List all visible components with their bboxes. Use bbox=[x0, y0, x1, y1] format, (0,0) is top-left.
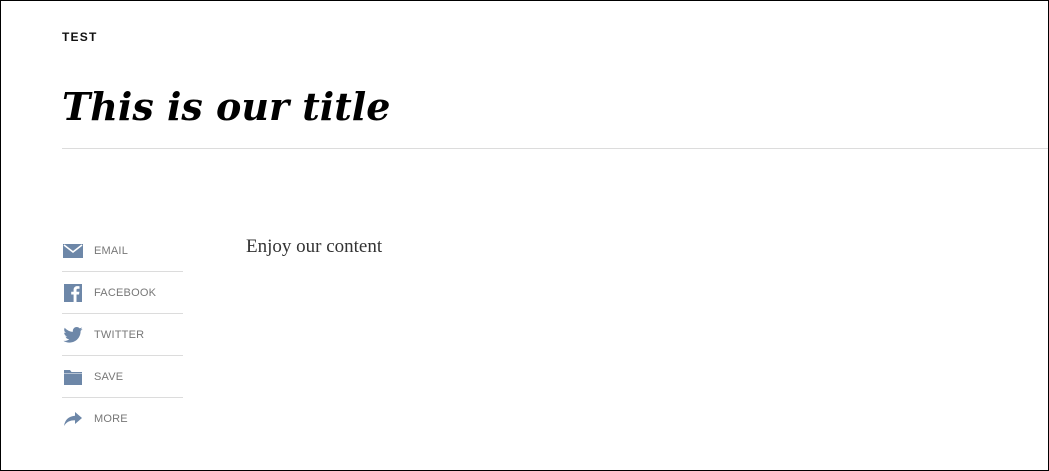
share-save-button[interactable]: SAVE bbox=[62, 356, 183, 398]
share-facebook-label: FACEBOOK bbox=[94, 286, 157, 299]
share-save-label: SAVE bbox=[94, 370, 124, 383]
share-more-label: MORE bbox=[94, 412, 128, 425]
share-email-button[interactable]: EMAIL bbox=[62, 230, 183, 272]
share-twitter-button[interactable]: TWITTER bbox=[62, 314, 183, 356]
share-twitter-label: TWITTER bbox=[94, 328, 145, 341]
folder-icon bbox=[62, 367, 84, 387]
twitter-bird-icon bbox=[62, 325, 84, 345]
article-body: Enjoy our content bbox=[246, 236, 383, 257]
share-arrow-icon bbox=[62, 409, 84, 429]
facebook-icon bbox=[62, 283, 84, 303]
title-divider bbox=[62, 148, 1048, 149]
article-page: TEST This is our title EMAIL FACEBOOK TW… bbox=[0, 0, 1049, 471]
article-title: This is our title bbox=[62, 84, 391, 129]
share-more-button[interactable]: MORE bbox=[62, 398, 183, 439]
share-toolbar: EMAIL FACEBOOK TWITTER SAVE MORE bbox=[62, 230, 183, 439]
share-email-label: EMAIL bbox=[94, 244, 129, 257]
section-kicker: TEST bbox=[62, 30, 98, 44]
share-facebook-button[interactable]: FACEBOOK bbox=[62, 272, 183, 314]
envelope-icon bbox=[62, 241, 84, 261]
